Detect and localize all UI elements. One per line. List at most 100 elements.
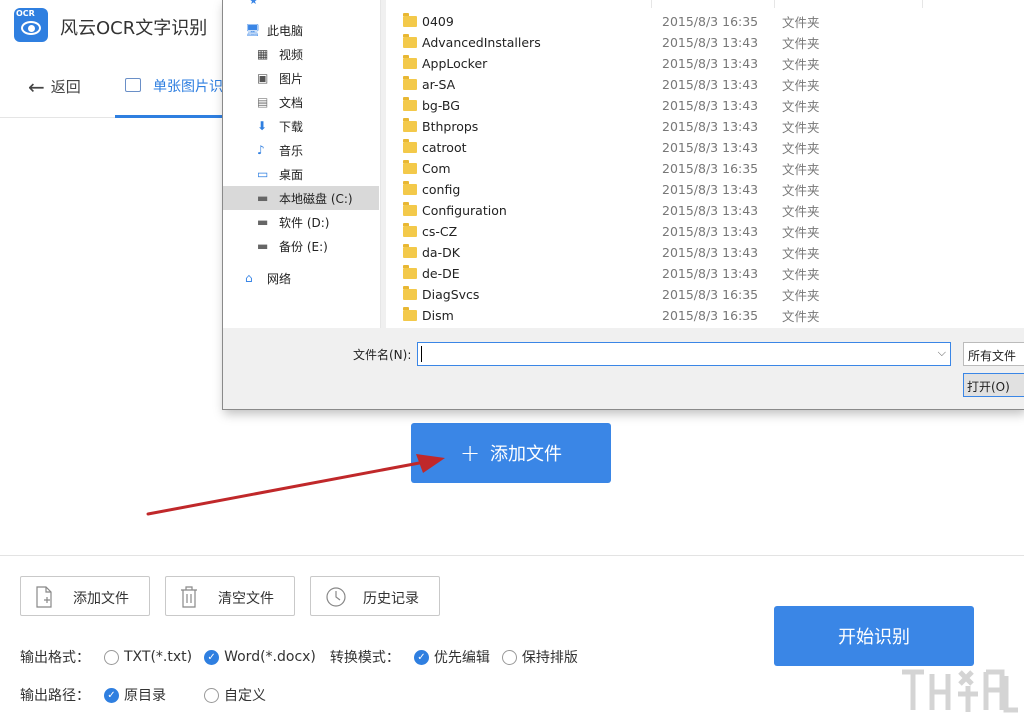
app-title: 风云OCR文字识别 [60, 18, 208, 39]
file-row[interactable]: ar-SA 2015/8/3 13:43 文件夹 [386, 74, 1024, 95]
nav-item-label: 视频 [279, 47, 304, 62]
file-row[interactable]: Com 2015/8/3 16:35 文件夹 [386, 158, 1024, 179]
mode-layout-radio[interactable]: 保持排版 [501, 647, 578, 667]
clock-icon [326, 587, 346, 607]
folder-icon [403, 55, 417, 69]
file-date: 2015/8/3 13:43 [662, 56, 759, 71]
back-label: 返回 [50, 78, 81, 96]
path-custom-radio[interactable]: 自定义 [204, 685, 266, 705]
file-type: 文件夹 [782, 36, 820, 51]
drive-icon: ▬ [257, 214, 269, 229]
mode-edit-radio[interactable]: ✓ 优先编辑 [413, 647, 490, 667]
file-name: 0409 [422, 14, 454, 29]
trash-icon [181, 586, 197, 608]
nav-item[interactable]: ♪ 音乐 [223, 138, 379, 162]
file-row[interactable]: AppLocker 2015/8/3 13:43 文件夹 [386, 53, 1024, 74]
mode-edit-label: 优先编辑 [433, 650, 490, 666]
radio-checked-icon: ✓ [104, 687, 119, 703]
folder-icon [403, 76, 417, 90]
file-row[interactable]: Bthprops 2015/8/3 13:43 文件夹 [386, 116, 1024, 137]
nav-item-label: 此电脑 [267, 23, 304, 38]
file-name: AppLocker [422, 56, 488, 71]
file-date: 2015/8/3 16:35 [662, 14, 759, 29]
convert-mode-label: 转换模式： [329, 650, 400, 666]
nav-item-label: 图片 [279, 71, 304, 86]
file-type: 文件夹 [782, 78, 820, 93]
file-name: Configuration [422, 203, 507, 218]
file-row[interactable]: Configuration 2015/8/3 13:43 文件夹 [386, 200, 1024, 221]
file-row[interactable]: DiagSvcs 2015/8/3 16:35 文件夹 [386, 284, 1024, 305]
file-date: 2015/8/3 13:43 [662, 245, 759, 260]
add-file-icon [36, 586, 52, 608]
file-row[interactable]: cs-CZ 2015/8/3 13:43 文件夹 [386, 221, 1024, 242]
file-date: 2015/8/3 16:35 [662, 287, 759, 302]
download-icon: ⬇ [257, 118, 268, 133]
nav-item[interactable]: ⌂ 网络 [223, 266, 379, 290]
radio-checked-icon: ✓ [413, 649, 429, 665]
folder-icon [403, 286, 417, 300]
nav-item-label: 网络 [267, 271, 292, 286]
file-type-select[interactable]: 所有文件 [963, 342, 1024, 366]
add-file-button[interactable]: 添加文件 [20, 576, 150, 616]
path-original-radio[interactable]: ✓ 原目录 [104, 685, 166, 705]
start-recognize-button[interactable]: 开始识别 [774, 606, 974, 666]
tab-single-image[interactable]: 单张图片识 [115, 60, 225, 118]
annotation-arrow [146, 454, 445, 516]
nav-item[interactable]: ▤ 文档 [223, 90, 379, 114]
radio-unchecked-icon [104, 649, 119, 665]
document-icon: ▤ [257, 94, 269, 109]
file-name: Bthprops [422, 119, 479, 134]
nav-item[interactable]: ▬ 软件 (D:) [223, 210, 379, 234]
file-row[interactable]: de-DE 2015/8/3 13:43 文件夹 [386, 263, 1024, 284]
file-row[interactable]: 0409 2015/8/3 16:35 文件夹 [386, 11, 1024, 32]
chevron-down-icon[interactable]: ⌵ [938, 346, 946, 360]
back-button[interactable]: ← 返回 [28, 76, 81, 97]
file-row[interactable]: Dism 2015/8/3 16:35 文件夹 [386, 305, 1024, 326]
file-name: cs-CZ [422, 224, 458, 239]
file-row[interactable]: da-DK 2015/8/3 13:43 文件夹 [386, 242, 1024, 263]
file-type: 文件夹 [782, 57, 820, 72]
network-icon: ⌂ [245, 270, 253, 285]
folder-icon [403, 34, 417, 48]
format-txt-label: TXT(*.txt) [124, 649, 193, 665]
quick-access-item[interactable]: ★ [223, 0, 379, 6]
folder-icon [403, 244, 417, 258]
file-date: 2015/8/3 16:35 [662, 161, 759, 176]
drive-icon: ▬ [257, 190, 269, 205]
filename-input[interactable]: ⌵ [417, 342, 951, 366]
format-word-radio[interactable]: ✓ Word(*.docx) [204, 649, 316, 665]
image-icon [125, 78, 141, 92]
music-icon: ♪ [257, 142, 265, 157]
nav-item[interactable]: 🖥 此电脑 [223, 18, 379, 42]
folder-icon [403, 181, 417, 195]
file-name: da-DK [422, 245, 460, 260]
section-divider [0, 555, 1024, 556]
open-button[interactable]: 打开(O) [963, 373, 1024, 397]
history-button[interactable]: 历史记录 [310, 576, 440, 616]
format-word-label: Word(*.docx) [224, 649, 316, 665]
nav-item[interactable]: ▣ 图片 [223, 66, 379, 90]
path-original-label: 原目录 [124, 688, 166, 704]
nav-item[interactable]: ⬇ 下载 [223, 114, 379, 138]
column-separator [651, 0, 652, 8]
file-row[interactable]: config 2015/8/3 13:43 文件夹 [386, 179, 1024, 200]
folder-icon [403, 139, 417, 153]
arrow-left-icon: ← [28, 74, 45, 99]
folder-icon [403, 223, 417, 237]
file-row[interactable]: AdvancedInstallers 2015/8/3 13:43 文件夹 [386, 32, 1024, 53]
format-txt-radio[interactable]: TXT(*.txt) [104, 649, 192, 665]
nav-item[interactable]: ▬ 备份 (E:) [223, 234, 379, 258]
folder-icon [403, 97, 417, 111]
nav-item[interactable]: ▬ 本地磁盘 (C:) [223, 186, 379, 210]
nav-item[interactable]: ▦ 视频 [223, 42, 379, 66]
nav-item[interactable]: ▭ 桌面 [223, 162, 379, 186]
file-row[interactable]: catroot 2015/8/3 13:43 文件夹 [386, 137, 1024, 158]
eye-pupil [28, 25, 35, 32]
file-row[interactable]: bg-BG 2015/8/3 13:43 文件夹 [386, 95, 1024, 116]
radio-checked-icon: ✓ [204, 649, 220, 665]
nav-item-label: 下载 [279, 119, 304, 134]
picture-icon: ▣ [257, 70, 269, 85]
plus-icon: + [459, 439, 481, 467]
file-type: 文件夹 [782, 120, 820, 135]
clear-file-button[interactable]: 清空文件 [165, 576, 295, 616]
